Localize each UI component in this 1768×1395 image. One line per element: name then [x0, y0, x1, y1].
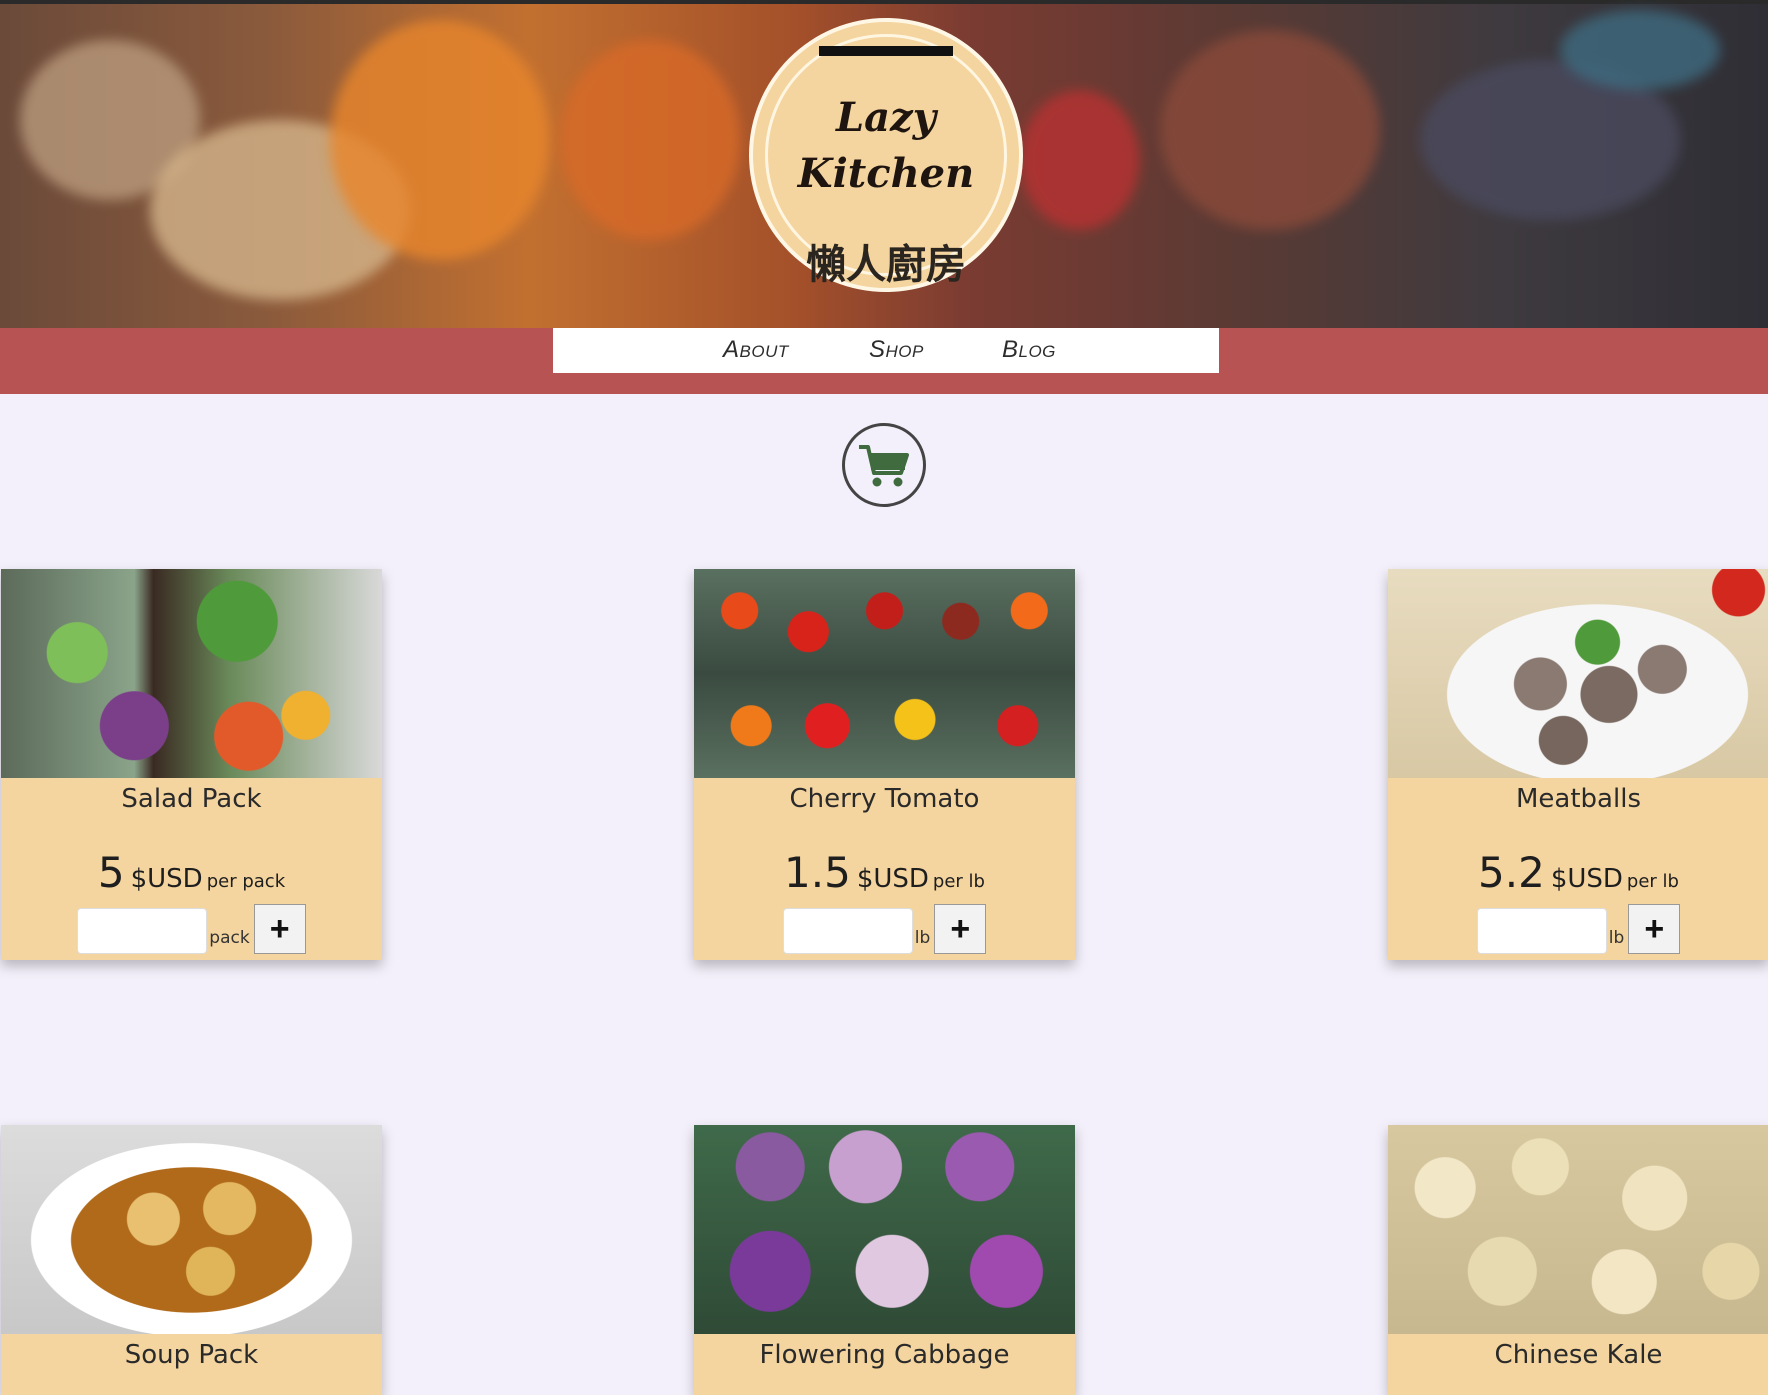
nav-band: About Shop Blog [0, 328, 1768, 394]
bg-blob [560, 40, 740, 240]
product-price: 1.5 $USD per lb [694, 848, 1075, 897]
product-image [694, 1125, 1075, 1334]
product-card[interactable]: Cherry Tomato 1.5 $USD per lb lb + [694, 569, 1075, 960]
product-price: 5.2 $USD per lb [1388, 848, 1768, 897]
product-image [1388, 569, 1768, 778]
price-per-unit: per pack [206, 871, 286, 892]
product-image [1, 569, 382, 778]
product-card[interactable]: Flowering Cabbage [694, 1125, 1075, 1395]
plus-icon: + [950, 909, 971, 948]
product-image [694, 569, 1075, 778]
price-currency: $USD [1550, 864, 1623, 894]
quantity-input[interactable] [1476, 908, 1607, 954]
add-to-cart-button[interactable]: + [934, 904, 987, 954]
cart-button[interactable] [842, 423, 926, 507]
product-name: Flowering Cabbage [759, 1340, 1010, 1370]
quantity-unit-label: lb [914, 928, 931, 948]
product-card[interactable]: Soup Pack [1, 1125, 382, 1395]
product-price: 5 $USD per pack [1, 848, 382, 897]
quantity-unit-label: pack [209, 928, 250, 948]
nav-item-about[interactable]: About [723, 336, 789, 364]
price-per-unit: per lb [1626, 871, 1679, 892]
logo-english-text: Lazy Kitchen [797, 94, 975, 197]
product-name: Cherry Tomato [789, 784, 980, 814]
order-row: lb + [1388, 904, 1768, 960]
nav-active-indicator [819, 46, 953, 56]
logo-chinese-text: 懶人廚房 [806, 242, 966, 288]
quantity-input[interactable] [782, 908, 913, 954]
bg-blob [330, 20, 550, 260]
add-to-cart-button[interactable]: + [253, 904, 306, 954]
bg-blob [1020, 90, 1140, 230]
shopping-cart-icon [859, 445, 909, 487]
product-name: Chinese Kale [1494, 1340, 1663, 1370]
site-logo[interactable]: Lazy Kitchen 懶人廚房 [753, 22, 1019, 288]
add-to-cart-button[interactable]: + [1628, 904, 1681, 954]
price-currency: $USD [130, 864, 203, 894]
quantity-unit-label: lb [1608, 928, 1625, 948]
bg-blob [1560, 10, 1720, 90]
product-card[interactable]: Salad Pack 5 $USD per pack pack + [1, 569, 382, 960]
bg-blob [1160, 30, 1380, 230]
product-card[interactable]: Chinese Kale [1388, 1125, 1768, 1395]
nav-bar: About Shop Blog [553, 328, 1219, 373]
quantity-input[interactable] [77, 908, 208, 954]
plus-icon: + [1644, 909, 1665, 948]
price-value: 1.5 [784, 848, 851, 897]
product-image [1388, 1125, 1768, 1334]
product-name: Salad Pack [121, 784, 262, 814]
product-name: Soup Pack [124, 1340, 259, 1370]
top-border [0, 0, 1768, 4]
nav-item-shop[interactable]: Shop [869, 336, 924, 364]
price-per-unit: per lb [932, 871, 985, 892]
price-value: 5 [97, 848, 125, 897]
product-image [1, 1125, 382, 1334]
product-card[interactable]: Meatballs 5.2 $USD per lb lb + [1388, 569, 1768, 960]
nav-item-blog[interactable]: Blog [1002, 336, 1056, 364]
order-row: pack + [1, 904, 382, 960]
price-value: 5.2 [1478, 848, 1545, 897]
order-row: lb + [694, 904, 1075, 960]
price-currency: $USD [856, 864, 929, 894]
product-name: Meatballs [1516, 784, 1641, 814]
plus-icon: + [269, 909, 290, 948]
